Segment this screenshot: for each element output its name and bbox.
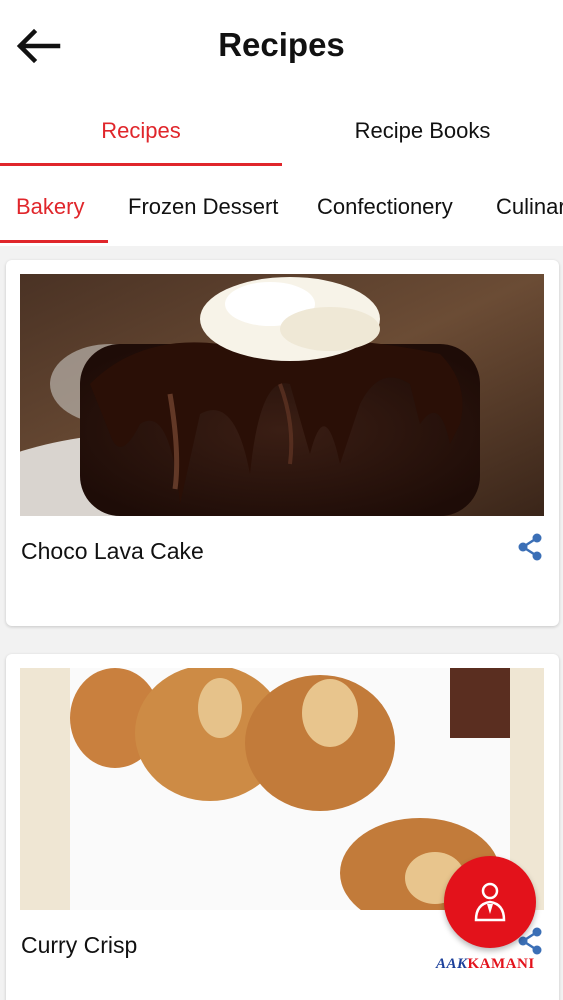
recipe-image-choco-lava-cake[interactable] — [20, 274, 544, 516]
category-tab-frozen-dessert[interactable]: Frozen Dessert — [128, 171, 278, 243]
share-icon — [518, 533, 542, 561]
recipe-card[interactable]: Curry Crisp — [6, 654, 559, 1000]
tab-recipes[interactable]: Recipes — [0, 95, 282, 167]
app-bar: Recipes — [0, 0, 563, 95]
share-button[interactable] — [515, 532, 545, 562]
category-tab-bar[interactable]: Bakery Frozen Dessert Confectionery Culi… — [0, 171, 563, 245]
page-title: Recipes — [218, 26, 345, 63]
category-tab-bakery[interactable]: Bakery — [16, 171, 84, 243]
person-icon — [474, 882, 506, 922]
category-indicator — [0, 240, 108, 243]
tab-indicator — [0, 163, 282, 166]
category-tab-culinary[interactable]: Culinar — [496, 171, 563, 243]
category-tab-confectionery[interactable]: Confectionery — [317, 171, 453, 243]
brand-logo: AAKKAMANI — [436, 956, 535, 972]
tab-recipe-books[interactable]: Recipe Books — [282, 95, 563, 167]
contact-fab[interactable] — [444, 856, 536, 948]
recipe-card[interactable]: Choco Lava Cake — [6, 260, 559, 626]
recipe-title: Curry Crisp — [21, 932, 138, 958]
recipe-title: Choco Lava Cake — [21, 538, 204, 564]
main-tab-bar: Recipes Recipe Books — [0, 95, 563, 167]
